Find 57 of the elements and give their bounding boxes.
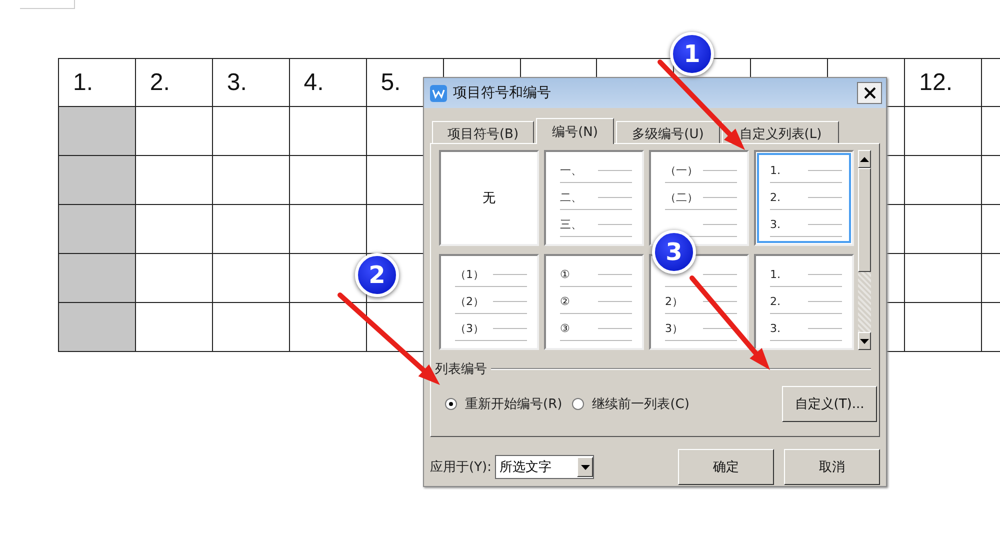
column-number: 2. <box>150 68 170 96</box>
customize-button[interactable]: 自定义(T)... <box>782 386 877 422</box>
column-number: 3. <box>226 68 247 96</box>
number-label: 1. <box>770 164 782 177</box>
number-label: 3） <box>665 321 684 336</box>
number-label: （2） <box>455 294 485 309</box>
close-icon <box>862 86 876 100</box>
app-logo-icon <box>430 84 447 102</box>
column-number: 12. <box>919 68 953 96</box>
number-label: 2. <box>770 295 782 308</box>
scroll-down-icon[interactable] <box>860 338 869 344</box>
number-label: （一） <box>665 163 699 178</box>
tab[interactable]: 编号(N) <box>536 118 614 144</box>
number-label: ② <box>560 295 571 308</box>
page-corner-mark <box>20 0 75 9</box>
number-label: 三、 <box>560 217 583 232</box>
scroll-up-icon[interactable] <box>860 156 869 162</box>
tab[interactable]: 自定义列表(L) <box>722 121 839 143</box>
number-label: 2. <box>770 191 782 204</box>
tab[interactable]: 项目符号(B) <box>432 121 534 143</box>
tab[interactable]: 多级编号(U) <box>616 121 720 143</box>
column-number: 5. <box>380 68 401 96</box>
radio-button[interactable] <box>572 398 584 410</box>
number-label: 1. <box>770 268 782 281</box>
number-label: 3. <box>770 322 782 335</box>
numbering-style-option[interactable]: 1. 2. 3. <box>754 150 854 246</box>
column-number: 1. <box>73 68 94 96</box>
number-label: （二） <box>665 190 699 205</box>
number-label: （3） <box>455 321 485 336</box>
number-label: （1） <box>455 267 485 282</box>
close-button[interactable] <box>857 82 882 104</box>
number-label: 2） <box>665 294 684 309</box>
step-number-marker: 2 <box>355 253 399 297</box>
numbering-style-option[interactable]: 一、 二、 三、 <box>544 150 644 246</box>
number-label: ① <box>560 268 571 281</box>
ok-button[interactable]: 确定 <box>678 449 774 485</box>
step-number-marker: 1 <box>670 32 714 76</box>
apply-to-dropdown[interactable]: 所选文字 <box>495 455 594 479</box>
numbering-style-option[interactable]: （1） （2） （3） <box>439 254 539 350</box>
column-number: 4. <box>304 68 324 96</box>
number-label: ③ <box>560 322 571 335</box>
window-title: 项目符号和编号 <box>453 84 551 102</box>
scrollbar[interactable] <box>858 150 871 350</box>
option-label: 无 <box>482 190 496 207</box>
radio-option[interactable]: 重新开始编号(R) <box>445 395 562 413</box>
numbering-style-option[interactable]: 1. 2. 3. <box>754 254 854 350</box>
dropdown-caret-icon[interactable] <box>580 464 590 470</box>
radio-button[interactable] <box>445 398 457 410</box>
radio-option[interactable]: 继续前一列表(C) <box>572 395 690 413</box>
numbering-style-option[interactable]: ① ② ③ <box>544 254 644 350</box>
number-label: 一、 <box>560 163 583 178</box>
cancel-button[interactable]: 取消 <box>784 449 880 485</box>
numbering-style-option[interactable]: 无 <box>439 150 539 246</box>
number-label: 3. <box>770 218 782 231</box>
apply-to-label: 应用于(Y): <box>430 459 492 476</box>
number-label: 二、 <box>560 190 583 205</box>
group-label: 列表编号 <box>435 361 487 378</box>
